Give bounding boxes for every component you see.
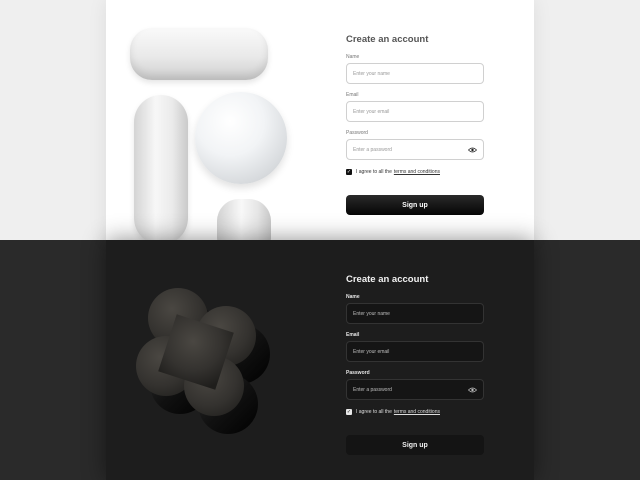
password-placeholder: Enter a password bbox=[353, 146, 392, 153]
sign-up-button[interactable]: Sign up bbox=[346, 195, 484, 215]
email-label: Email bbox=[346, 92, 359, 98]
name-input[interactable]: Enter your name bbox=[346, 63, 484, 84]
terms-agreement: ✓ I agree to all the terms and condition… bbox=[346, 167, 484, 177]
sign-up-button[interactable]: Sign up bbox=[346, 435, 484, 455]
form-title: Create an account bbox=[346, 274, 429, 285]
email-placeholder: Enter your email bbox=[353, 348, 390, 355]
terms-checkbox[interactable]: ✓ bbox=[346, 409, 352, 415]
small-pill-shape bbox=[217, 199, 271, 240]
agree-text: I agree to all the bbox=[356, 409, 392, 415]
name-placeholder: Enter your name bbox=[353, 70, 390, 77]
password-label: Password bbox=[346, 370, 370, 376]
terms-checkbox[interactable]: ✓ bbox=[346, 169, 352, 175]
dark-clover-shape bbox=[136, 288, 270, 434]
light-signup-card: Create an account Name Enter your name E… bbox=[106, 0, 534, 240]
sphere-shape bbox=[195, 92, 287, 184]
password-placeholder: Enter a password bbox=[353, 386, 392, 393]
email-input[interactable]: Enter your email bbox=[346, 341, 484, 362]
horizontal-pill-shape bbox=[130, 28, 268, 80]
name-label: Name bbox=[346, 294, 360, 300]
form-title: Create an account bbox=[346, 34, 429, 45]
name-label: Name bbox=[346, 54, 360, 60]
email-label: Email bbox=[346, 332, 360, 338]
email-placeholder: Enter your email bbox=[353, 108, 390, 115]
password-input[interactable]: Enter a password bbox=[346, 139, 484, 160]
email-input[interactable]: Enter your email bbox=[346, 101, 484, 122]
password-label: Password bbox=[346, 130, 368, 136]
terms-agreement: ✓ I agree to all the terms and condition… bbox=[346, 407, 484, 417]
vertical-pill-shape bbox=[134, 95, 188, 240]
agree-text: I agree to all the bbox=[356, 169, 392, 175]
eye-icon[interactable] bbox=[468, 387, 477, 393]
dark-signup-card: Create an account Name Enter your name E… bbox=[106, 240, 534, 480]
terms-link[interactable]: terms and conditions bbox=[394, 169, 440, 175]
name-input[interactable]: Enter your name bbox=[346, 303, 484, 324]
dark-signup-form: Create an account Name Enter your name E… bbox=[346, 274, 484, 455]
eye-icon[interactable] bbox=[468, 147, 477, 153]
password-input[interactable]: Enter a password bbox=[346, 379, 484, 400]
name-placeholder: Enter your name bbox=[353, 310, 390, 317]
terms-link[interactable]: terms and conditions bbox=[394, 409, 440, 415]
light-signup-form: Create an account Name Enter your name E… bbox=[346, 34, 484, 215]
